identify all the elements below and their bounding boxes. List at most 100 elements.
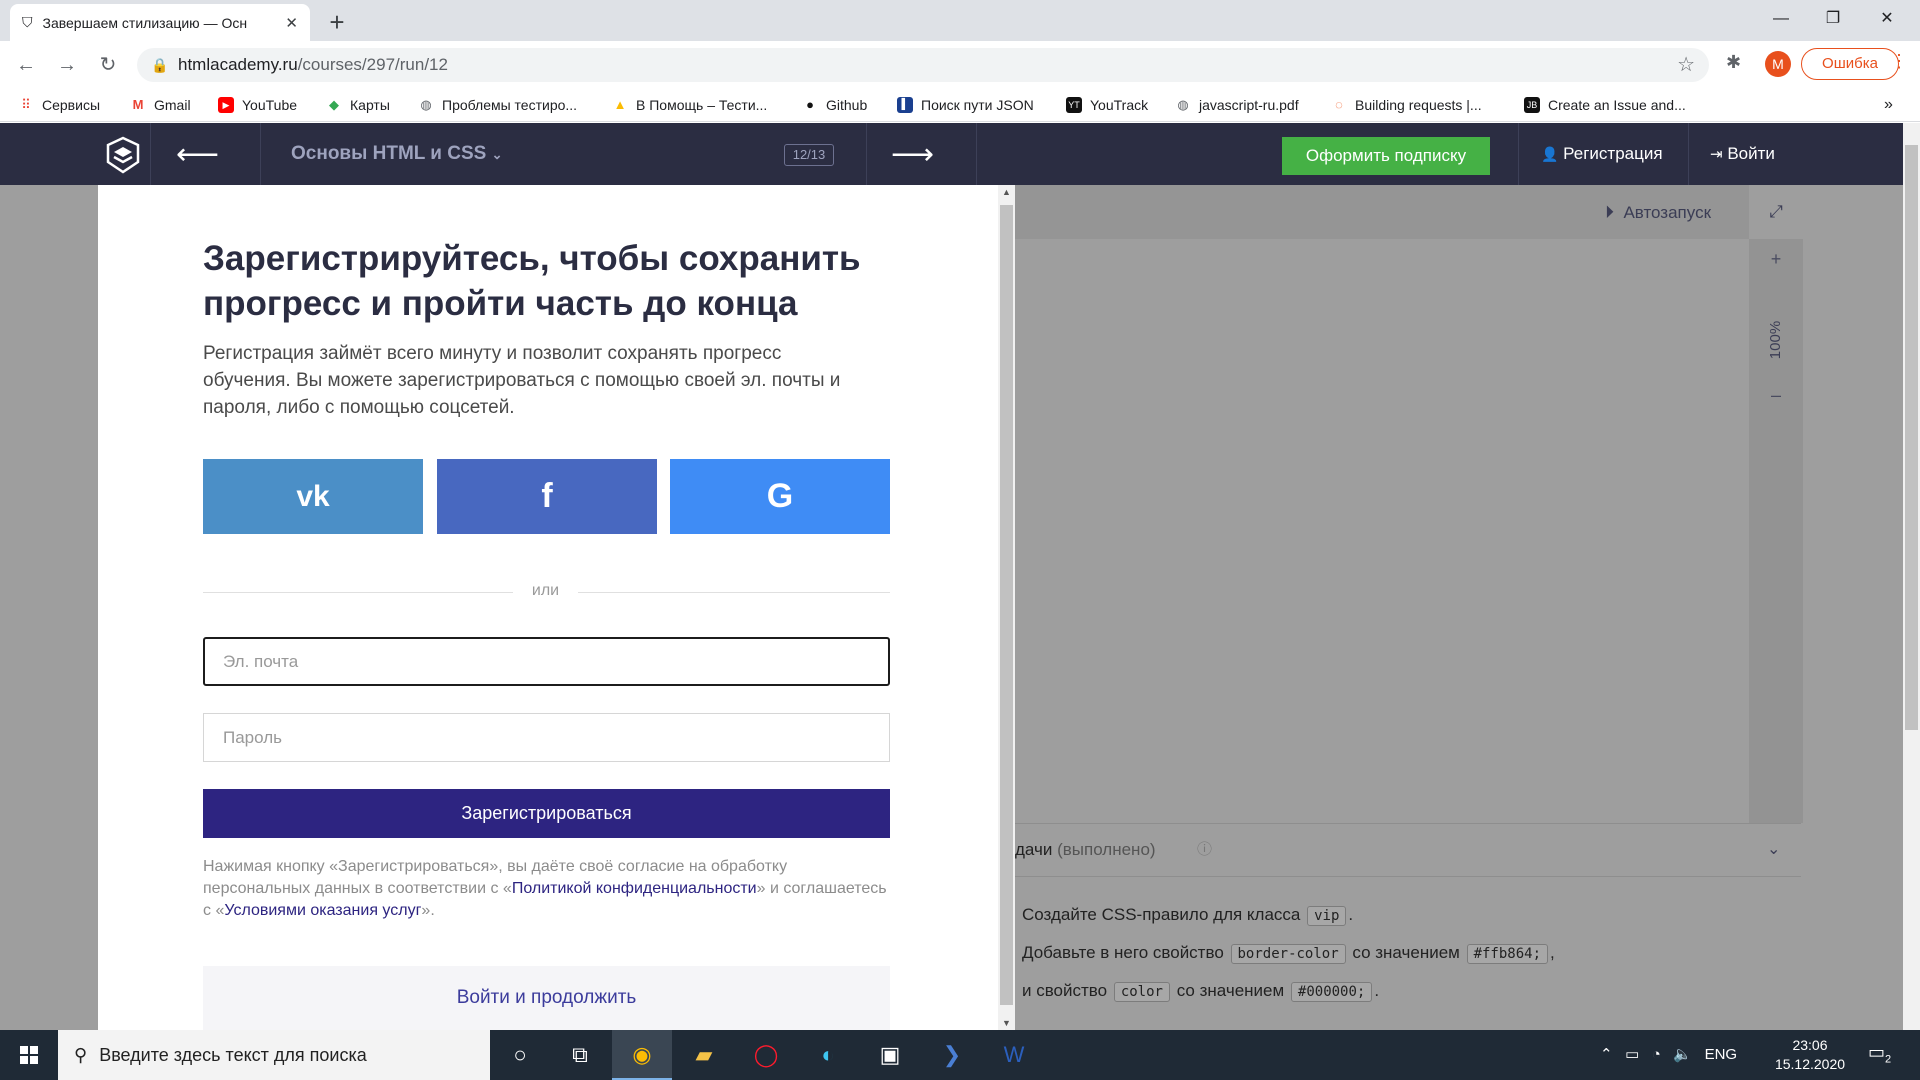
- globe-icon: ◍: [1177, 97, 1189, 112]
- forward-button[interactable]: →: [53, 51, 81, 79]
- powershell-icon[interactable]: ❯: [922, 1030, 982, 1080]
- close-tab-icon[interactable]: ✕: [285, 14, 298, 32]
- youtrack-icon: YT: [1066, 97, 1082, 113]
- youtube-icon: ▶: [218, 97, 234, 113]
- chevron-down-icon: ⌄: [491, 147, 503, 162]
- lesson-counter: 12/13: [784, 144, 834, 166]
- vk-login-button[interactable]: vk: [203, 459, 423, 534]
- task-text: Создайте CSS-правило для класса: [1022, 905, 1306, 924]
- email-field[interactable]: [203, 637, 890, 686]
- restore-window-button[interactable]: ❐: [1810, 0, 1856, 38]
- language-indicator[interactable]: ENG: [1705, 1046, 1738, 1063]
- close-window-button[interactable]: ✕: [1864, 0, 1910, 38]
- page-scrollbar[interactable]: [1903, 123, 1920, 1030]
- reload-button[interactable]: ↻: [94, 51, 122, 79]
- zoom-level: 100%: [1749, 315, 1803, 365]
- bookmarks-overflow-button[interactable]: »: [1884, 88, 1893, 122]
- volume-icon[interactable]: 🔈: [1673, 1046, 1692, 1063]
- task-view-cortana-icon[interactable]: ○: [490, 1030, 550, 1080]
- site-header: ⟵ Основы HTML и CSS ⌄ 12/13 ⟶ Оформить п…: [0, 123, 1920, 185]
- bookmark-item[interactable]: ◆ Карты: [326, 88, 390, 122]
- code-snippet: #ffb864;: [1466, 944, 1549, 964]
- new-tab-button[interactable]: +: [322, 8, 352, 38]
- taskbar-search-input[interactable]: ⚲ Введите здесь текст для поиска: [58, 1030, 490, 1080]
- minimize-window-button[interactable]: —: [1758, 0, 1804, 38]
- login-and-continue-button[interactable]: Войти и продолжить: [203, 966, 890, 1030]
- bookmark-star-icon[interactable]: ☆: [1677, 48, 1695, 82]
- password-field[interactable]: [203, 713, 890, 762]
- search-placeholder: Введите здесь текст для поиска: [99, 1045, 367, 1065]
- wifi-icon[interactable]: ◔: [1652, 1046, 1661, 1063]
- bookmark-label: Github: [826, 97, 868, 113]
- bookmark-item[interactable]: ◍ Проблемы тестиро...: [418, 88, 577, 122]
- bookmark-item[interactable]: M Gmail: [130, 88, 191, 122]
- tab-title: Завершаем стилизацию — Осн: [42, 14, 248, 31]
- privacy-policy-link[interactable]: Политикой конфиденциальности: [512, 880, 757, 897]
- collapse-chevron-icon[interactable]: ⌄: [1767, 823, 1780, 877]
- address-bar[interactable]: 🔒 htmlacademy.ru/courses/297/run/12 ☆: [137, 48, 1709, 82]
- bookmark-item[interactable]: ▌ Поиск пути JSON: [897, 88, 1034, 122]
- zoom-in-button[interactable]: +: [1749, 249, 1803, 270]
- notifications-icon[interactable]: ▭2: [1868, 1042, 1891, 1066]
- modal-scrollbar[interactable]: ▲ ▼: [998, 185, 1015, 1030]
- facebook-icon: f: [541, 477, 553, 515]
- autorun-label: Автозапуск: [1623, 203, 1712, 222]
- next-lesson-arrow-icon[interactable]: ⟶: [891, 137, 934, 172]
- extensions-icon[interactable]: ✱: [1726, 52, 1741, 73]
- task-text: со значением: [1171, 981, 1289, 1000]
- notification-count: 2: [1885, 1053, 1892, 1066]
- drive-icon: ▲: [613, 97, 627, 112]
- zoom-out-button[interactable]: –: [1749, 385, 1803, 406]
- bookmark-item[interactable]: ⠿ Сервисы: [18, 88, 100, 122]
- login-link[interactable]: ⇥ Войти: [1710, 123, 1775, 186]
- autorun-toggle[interactable]: ⏵ Автозапуск: [1605, 185, 1711, 239]
- task-title[interactable]: дачи (выполнено): [1015, 823, 1156, 877]
- register-button[interactable]: Зарегистрироваться: [203, 789, 890, 838]
- bookmark-item[interactable]: ● Github: [802, 88, 867, 122]
- previous-lesson-arrow-icon[interactable]: ⟵: [176, 137, 219, 172]
- clock-time: 23:06: [1792, 1037, 1828, 1053]
- bookmark-item[interactable]: YT YouTrack: [1066, 88, 1148, 122]
- edge-icon[interactable]: ◐: [798, 1030, 858, 1080]
- htmlacademy-logo-icon[interactable]: [104, 136, 142, 174]
- info-icon[interactable]: ⓘ: [1197, 823, 1212, 877]
- profile-avatar[interactable]: M: [1765, 51, 1791, 77]
- clock[interactable]: 23:06 15.12.2020: [1765, 1036, 1855, 1074]
- windows-start-icon[interactable]: [0, 1030, 58, 1080]
- zoom-level-text: 100%: [1767, 320, 1784, 360]
- gmail-icon: M: [132, 97, 144, 112]
- task-text: .: [1348, 905, 1354, 924]
- register-link[interactable]: 👤 Регистрация: [1541, 123, 1663, 185]
- bookmark-item[interactable]: JB Create an Issue and...: [1524, 88, 1686, 122]
- menu-kebab-icon[interactable]: ⋮: [1890, 51, 1908, 72]
- terminal-icon[interactable]: ▣: [860, 1030, 920, 1080]
- sync-error-button[interactable]: Ошибка: [1801, 48, 1899, 80]
- google-login-button[interactable]: G: [670, 459, 890, 534]
- tab-strip: ⛉ Завершаем стилизацию — Осн ✕ + — ❐ ✕: [0, 0, 1920, 41]
- browser-tab[interactable]: ⛉ Завершаем стилизацию — Осн ✕: [10, 4, 310, 41]
- course-selector[interactable]: Основы HTML и CSS ⌄: [291, 123, 503, 186]
- task-view-icon[interactable]: ⧉: [550, 1030, 610, 1080]
- file-explorer-icon[interactable]: ▰: [674, 1030, 734, 1080]
- battery-icon[interactable]: ▭: [1625, 1046, 1639, 1063]
- bookmark-item[interactable]: ◍ javascript-ru.pdf: [1175, 88, 1298, 122]
- terms-link[interactable]: Условиями оказания услуг: [224, 902, 421, 919]
- bookmark-label: Create an Issue and...: [1548, 97, 1686, 113]
- bookmark-label: Поиск пути JSON: [921, 97, 1034, 113]
- chrome-taskbar-icon[interactable]: ◉: [612, 1030, 672, 1080]
- bookmark-item[interactable]: ▶ YouTube: [218, 88, 297, 122]
- bookmark-label: Gmail: [154, 97, 191, 113]
- facebook-login-button[interactable]: f: [437, 459, 657, 534]
- bookmark-label: Building requests |...: [1355, 97, 1482, 113]
- back-button[interactable]: ←: [12, 51, 40, 79]
- subscribe-button[interactable]: Оформить подписку: [1282, 137, 1490, 175]
- opera-icon[interactable]: ◯: [736, 1030, 796, 1080]
- word-icon[interactable]: W: [984, 1030, 1044, 1080]
- expand-icon[interactable]: ⤢: [1761, 185, 1791, 239]
- task-text: .: [1374, 981, 1380, 1000]
- tray-overflow-icon[interactable]: ⌃: [1600, 1046, 1613, 1063]
- bookmark-item[interactable]: ▲ В Помощь – Тести...: [612, 88, 768, 122]
- or-label: или: [531, 582, 560, 599]
- url-text: htmlacademy.ru/courses/297/run/12: [178, 48, 448, 82]
- bookmark-item[interactable]: ◌ Building requests |...: [1331, 88, 1482, 122]
